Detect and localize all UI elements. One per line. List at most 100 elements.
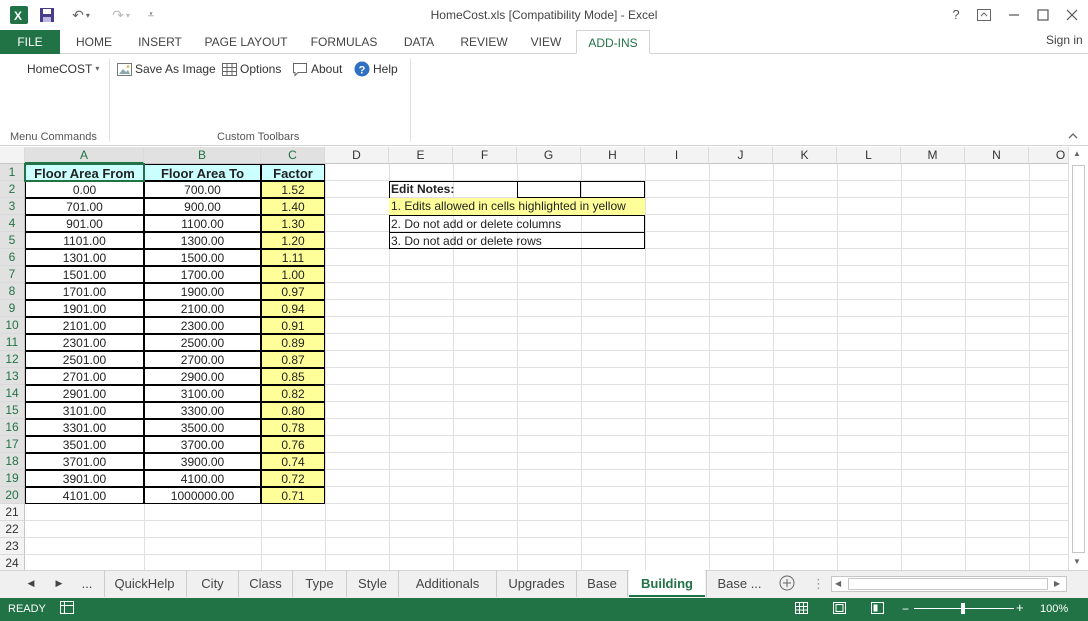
page-layout-view-icon[interactable] — [832, 601, 848, 618]
scroll-thumb[interactable] — [1072, 165, 1085, 553]
cell-factor[interactable]: 1.52 — [261, 181, 325, 198]
ribbon-display-options-icon[interactable] — [969, 4, 999, 26]
cell-floor-area-to[interactable]: 3100.00 — [144, 385, 261, 402]
hscroll-right-icon[interactable]: ▶ — [1054, 579, 1060, 588]
notes-cell-g[interactable] — [517, 181, 581, 198]
row-header-1[interactable]: 1 — [0, 164, 25, 181]
sheet-scroll-left-icon[interactable]: ◀ — [24, 570, 38, 597]
sheet-tab-base[interactable]: Base — [576, 570, 628, 597]
page-break-view-icon[interactable] — [870, 601, 886, 618]
row-header-24[interactable]: 24 — [0, 555, 25, 570]
cell-floor-area-to[interactable]: 4100.00 — [144, 470, 261, 487]
sheet-tab-class[interactable]: Class — [238, 570, 292, 597]
edit-note-line[interactable]: 2. Do not add or delete columns — [389, 215, 645, 232]
cell-floor-area-from[interactable]: 1501.00 — [25, 266, 144, 283]
cell-floor-area-from[interactable]: 2501.00 — [25, 351, 144, 368]
sheet-scroll-right-icon[interactable]: ▶ — [52, 570, 66, 597]
cell-floor-area-from[interactable]: 1301.00 — [25, 249, 144, 266]
cell-floor-area-to[interactable]: 2300.00 — [144, 317, 261, 334]
cell-floor-area-from[interactable]: 3301.00 — [25, 419, 144, 436]
cell-floor-area-from[interactable]: 3101.00 — [25, 402, 144, 419]
cell-factor[interactable]: 0.87 — [261, 351, 325, 368]
sheet-tab-quickhelp[interactable]: QuickHelp — [104, 570, 184, 597]
scroll-down-icon[interactable]: ▼ — [1073, 557, 1081, 566]
zoom-slider-thumb[interactable] — [961, 603, 965, 614]
maximize-button[interactable] — [1028, 4, 1058, 26]
options-button[interactable]: Options — [222, 60, 281, 78]
hscroll-thumb[interactable] — [848, 578, 1048, 590]
cell-factor[interactable]: 0.71 — [261, 487, 325, 504]
column-header-k[interactable]: K — [773, 147, 837, 164]
row-header-7[interactable]: 7 — [0, 266, 25, 283]
cell-floor-area-from[interactable]: 3701.00 — [25, 453, 144, 470]
cell-floor-area-from[interactable]: 1701.00 — [25, 283, 144, 300]
row-header-23[interactable]: 23 — [0, 538, 25, 555]
row-header-10[interactable]: 10 — [0, 317, 25, 334]
row-header-8[interactable]: 8 — [0, 283, 25, 300]
cell-factor[interactable]: 0.80 — [261, 402, 325, 419]
tab-home[interactable]: HOME — [68, 30, 120, 54]
vertical-scrollbar[interactable]: ▲ ▼ — [1068, 147, 1088, 570]
column-header-e[interactable]: E — [389, 147, 453, 164]
cell-factor[interactable]: 0.94 — [261, 300, 325, 317]
header-factor[interactable]: Factor — [261, 164, 325, 181]
column-header-g[interactable]: G — [517, 147, 581, 164]
cell-factor[interactable]: 0.82 — [261, 385, 325, 402]
cell-floor-area-from[interactable]: 3901.00 — [25, 470, 144, 487]
cell-floor-area-from[interactable]: 1101.00 — [25, 232, 144, 249]
column-header-h[interactable]: H — [581, 147, 645, 164]
minimize-button[interactable] — [999, 4, 1029, 26]
cell-floor-area-to[interactable]: 1000000.00 — [144, 487, 261, 504]
edit-note-line[interactable]: 3. Do not add or delete rows — [389, 232, 645, 249]
cell-factor[interactable]: 0.85 — [261, 368, 325, 385]
cell-factor[interactable]: 1.30 — [261, 215, 325, 232]
tab-page-layout[interactable]: PAGE LAYOUT — [200, 30, 292, 54]
column-header-m[interactable]: M — [901, 147, 965, 164]
row-header-13[interactable]: 13 — [0, 368, 25, 385]
sheet-tab-more-left[interactable]: ... — [76, 570, 98, 597]
collapse-ribbon-icon[interactable] — [1068, 131, 1078, 143]
column-header-i[interactable]: I — [645, 147, 709, 164]
cell-factor[interactable]: 0.72 — [261, 470, 325, 487]
row-header-15[interactable]: 15 — [0, 402, 25, 419]
save-as-image-button[interactable]: Save As Image — [117, 60, 216, 78]
edit-note-line[interactable]: 1. Edits allowed in cells highlighted in… — [389, 198, 645, 215]
horizontal-scrollbar[interactable]: ◀ ▶ — [831, 576, 1067, 592]
normal-view-icon[interactable] — [794, 601, 810, 618]
cell-factor[interactable]: 1.11 — [261, 249, 325, 266]
cell-floor-area-to[interactable]: 1700.00 — [144, 266, 261, 283]
row-header-21[interactable]: 21 — [0, 504, 25, 521]
tab-insert[interactable]: INSERT — [132, 30, 188, 54]
sheet-tab-base-more[interactable]: Base ... — [706, 570, 772, 597]
cell-floor-area-to[interactable]: 2700.00 — [144, 351, 261, 368]
row-header-3[interactable]: 3 — [0, 198, 25, 215]
row-header-20[interactable]: 20 — [0, 487, 25, 504]
row-header-9[interactable]: 9 — [0, 300, 25, 317]
cell-factor[interactable]: 1.00 — [261, 266, 325, 283]
cell-floor-area-to[interactable]: 3900.00 — [144, 453, 261, 470]
row-header-19[interactable]: 19 — [0, 470, 25, 487]
row-header-14[interactable]: 14 — [0, 385, 25, 402]
sign-in-link[interactable]: Sign in — [1046, 30, 1088, 50]
tab-add-ins[interactable]: ADD-INS — [576, 30, 650, 54]
sheet-tab-style[interactable]: Style — [346, 570, 398, 597]
cell-floor-area-to[interactable]: 3500.00 — [144, 419, 261, 436]
tab-formulas[interactable]: FORMULAS — [306, 30, 382, 54]
cell-floor-area-from[interactable]: 4101.00 — [25, 487, 144, 504]
notes-cell-h[interactable] — [581, 181, 645, 198]
cell-floor-area-from[interactable]: 2101.00 — [25, 317, 144, 334]
sheet-tab-additionals[interactable]: Additionals — [398, 570, 496, 597]
scroll-up-icon[interactable]: ▲ — [1073, 149, 1081, 158]
cell-floor-area-to[interactable]: 3300.00 — [144, 402, 261, 419]
tab-view[interactable]: VIEW — [524, 30, 568, 54]
row-header-16[interactable]: 16 — [0, 419, 25, 436]
cell-floor-area-to[interactable]: 700.00 — [144, 181, 261, 198]
row-header-18[interactable]: 18 — [0, 453, 25, 470]
about-button[interactable]: About — [292, 60, 342, 78]
cell-factor[interactable]: 0.91 — [261, 317, 325, 334]
zoom-in-icon[interactable]: + — [1016, 601, 1024, 614]
cell-factor[interactable]: 0.76 — [261, 436, 325, 453]
cell-factor[interactable]: 1.40 — [261, 198, 325, 215]
close-button[interactable] — [1057, 4, 1087, 26]
worksheet-grid[interactable]: A B C D E F G H I J K L M N O 1 2 3 4 5 6 7 8 9 10 11 12 13 14 15 16 17… — [0, 147, 1068, 570]
